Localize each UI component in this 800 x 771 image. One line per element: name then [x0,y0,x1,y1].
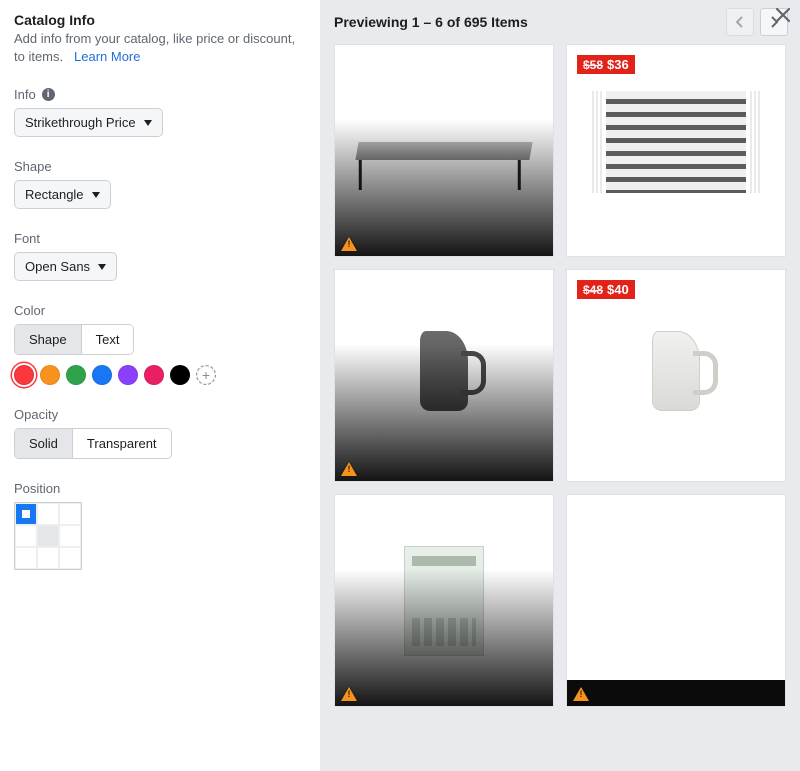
preview-card[interactable]: $58 $36 [566,44,786,257]
position-cell[interactable] [15,525,37,547]
opacity-toggle: Solid Transparent [14,428,172,459]
font-label: Font [14,231,300,246]
info-group: Info i Strikethrough Price [14,87,300,137]
position-cell[interactable] [37,525,59,547]
preview-header: Previewing 1 – 6 of 695 Items [320,0,800,44]
info-label: Info i [14,87,300,102]
warning-icon [341,687,357,701]
position-cell[interactable] [15,547,37,569]
warning-icon [573,687,589,701]
color-swatch[interactable] [118,365,138,385]
position-cell[interactable] [59,525,81,547]
price-sale: $36 [607,57,629,72]
preview-card[interactable]: $48 $40 [566,269,786,482]
color-swatch[interactable] [92,365,112,385]
chevron-down-icon [144,120,152,126]
preview-title: Previewing 1 – 6 of 695 Items [334,14,528,30]
preview-card[interactable] [334,269,554,482]
opacity-group: Opacity Solid Transparent [14,407,300,459]
learn-more-link[interactable]: Learn More [74,49,140,64]
color-swatch-custom[interactable]: + [196,365,216,385]
position-cell[interactable] [37,503,59,525]
preview-card[interactable] [334,494,554,707]
position-label: Position [14,481,300,496]
opacity-solid[interactable]: Solid [15,429,72,458]
fade-overlay [335,569,553,706]
color-swatches: + [14,365,300,385]
bottom-bar [567,680,785,706]
catalog-info-sidebar: Catalog Info Add info from your catalog,… [0,0,320,771]
price-sale: $40 [607,282,629,297]
color-label: Color [14,303,300,318]
price-original: $58 [583,58,603,72]
position-cell[interactable] [15,503,37,525]
chevron-left-icon [736,16,744,28]
chevron-down-icon [98,264,106,270]
shape-label: Shape [14,159,300,174]
color-swatch[interactable] [40,365,60,385]
color-swatch[interactable] [14,365,34,385]
prev-page-button[interactable] [726,8,754,36]
position-cell[interactable] [59,503,81,525]
price-badge: $48 $40 [577,280,635,299]
sidebar-title: Catalog Info [14,12,300,28]
info-icon[interactable]: i [42,88,55,101]
color-swatch[interactable] [66,365,86,385]
fade-overlay [335,344,553,481]
color-tab-text[interactable]: Text [81,325,134,354]
font-dropdown[interactable]: Open Sans [14,252,117,281]
opacity-label: Opacity [14,407,300,422]
price-original: $48 [583,283,603,297]
close-icon[interactable] [772,4,794,26]
position-group: Position [14,481,300,570]
position-cell[interactable] [59,547,81,569]
shape-dropdown[interactable]: Rectangle [14,180,111,209]
preview-panel: Previewing 1 – 6 of 695 Items $58$36$48$… [320,0,800,771]
preview-card[interactable] [334,44,554,257]
sidebar-description: Add info from your catalog, like price o… [14,30,300,65]
price-badge: $58 $36 [577,55,635,74]
color-swatch[interactable] [144,365,164,385]
opacity-transparent[interactable]: Transparent [72,429,171,458]
position-cell[interactable] [37,547,59,569]
color-swatch[interactable] [170,365,190,385]
info-dropdown[interactable]: Strikethrough Price [14,108,163,137]
warning-icon [341,237,357,251]
position-grid [14,502,82,570]
shape-group: Shape Rectangle [14,159,300,209]
color-tab-shape[interactable]: Shape [15,325,81,354]
preview-grid: $58 $36 $48 $40 [320,44,800,721]
warning-icon [341,462,357,476]
fade-overlay [335,119,553,256]
color-group: Color Shape Text + [14,303,300,385]
preview-card[interactable] [566,494,786,707]
chevron-down-icon [92,192,100,198]
color-target-toggle: Shape Text [14,324,134,355]
font-group: Font Open Sans [14,231,300,281]
